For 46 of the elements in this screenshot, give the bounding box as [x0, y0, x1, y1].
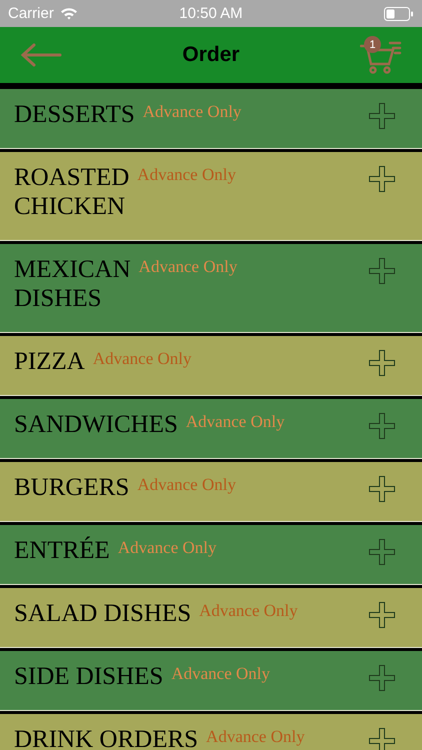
page-title: Order [182, 43, 240, 66]
cart-count-badge: 1 [364, 36, 381, 53]
plus-icon[interactable] [368, 601, 396, 629]
clock-time: 10:50 AM [179, 5, 243, 22]
plus-icon[interactable] [368, 412, 396, 440]
category-row[interactable]: DRINK ORDERS Advance Only [0, 714, 422, 750]
category-name: ROASTED CHICKEN [14, 163, 130, 222]
advance-only-label: Advance Only [92, 349, 192, 369]
category-name: SIDE DISHES [14, 662, 164, 692]
category-name: DESSERTS [14, 100, 135, 130]
category-name: DRINK ORDERS [14, 725, 198, 750]
advance-only-label: Advance Only [186, 412, 285, 432]
category-row[interactable]: SANDWICHES Advance Only [0, 399, 422, 458]
advance-only-label: Advance Only [137, 165, 236, 185]
advance-only-label: Advance Only [199, 601, 298, 621]
advance-only-label: Advance Only [137, 475, 236, 495]
plus-icon[interactable] [368, 165, 396, 193]
category-name: PIZZA [14, 347, 85, 377]
carrier-label: Carrier [8, 5, 54, 22]
category-name: MEXICAN DISHES [14, 255, 131, 314]
category-name: SALAD DISHES [14, 599, 192, 629]
plus-icon[interactable] [368, 102, 396, 130]
category-row[interactable]: MEXICAN DISHES Advance Only [0, 244, 422, 332]
category-row[interactable]: DESSERTS Advance Only [0, 89, 422, 148]
category-row[interactable]: ENTRÉE Advance Only [0, 525, 422, 584]
category-row[interactable]: SIDE DISHES Advance Only [0, 651, 422, 710]
advance-only-label: Advance Only [118, 538, 216, 558]
advance-only-label: Advance Only [142, 102, 242, 122]
category-row[interactable]: BURGERS Advance Only [0, 462, 422, 521]
category-name: ENTRÉE [14, 536, 110, 566]
advance-only-label: Advance Only [171, 664, 270, 684]
plus-icon[interactable] [368, 727, 396, 750]
plus-icon[interactable] [368, 538, 396, 566]
plus-icon[interactable] [368, 349, 396, 377]
category-row[interactable]: ROASTED CHICKEN Advance Only [0, 152, 422, 240]
category-name: SANDWICHES [14, 410, 178, 440]
category-row[interactable]: PIZZA Advance Only [0, 336, 422, 395]
advance-only-label: Advance Only [206, 727, 305, 747]
plus-icon[interactable] [368, 257, 396, 285]
wifi-icon [60, 7, 78, 20]
advance-only-label: Advance Only [138, 257, 238, 277]
plus-icon[interactable] [368, 475, 396, 503]
battery-icon [384, 6, 414, 20]
plus-icon[interactable] [368, 664, 396, 692]
category-name: BURGERS [14, 473, 130, 503]
category-row[interactable]: SALAD DISHES Advance Only [0, 588, 422, 647]
